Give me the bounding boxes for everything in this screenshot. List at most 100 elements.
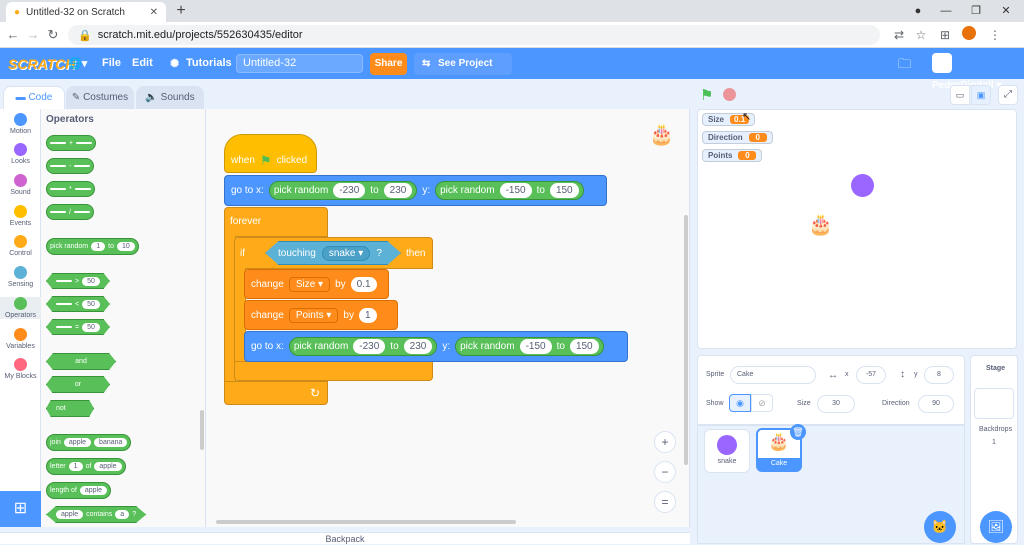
change-points-block[interactable]: change Points ▾ by 1 xyxy=(244,300,398,330)
divide-block[interactable]: / xyxy=(46,204,94,220)
translate-icon[interactable]: ⇄ xyxy=(890,26,908,44)
reload-icon[interactable]: ↻ xyxy=(44,26,62,44)
eq-value[interactable]: 50 xyxy=(82,322,100,332)
maximize-button[interactable]: ❐ xyxy=(962,2,990,20)
variable-dropdown-points[interactable]: Points ▾ xyxy=(288,307,339,323)
x-max-value[interactable]: 230 xyxy=(383,183,413,198)
category-control[interactable]: Control xyxy=(0,235,41,257)
when-flag-clicked-block[interactable]: when ⚑ clicked xyxy=(224,134,317,173)
close-window-button[interactable]: ✕ xyxy=(992,2,1020,20)
change-size-block[interactable]: change Size ▾ by 0.1 xyxy=(244,269,389,299)
language-globe-icon[interactable]: 🌐▾ xyxy=(68,57,87,70)
pick-random-x[interactable]: pick random -230 to 230 xyxy=(288,337,438,356)
fullscreen-button[interactable]: ⤢ xyxy=(998,85,1018,105)
profile-avatar-icon[interactable] xyxy=(960,26,978,44)
greater-than-block[interactable]: >50 xyxy=(46,273,110,289)
workspace-horizontal-scrollbar[interactable] xyxy=(216,520,516,524)
zoom-reset-button[interactable]: = xyxy=(654,491,676,513)
small-stage-button[interactable]: ▭ xyxy=(950,85,970,105)
stage-canvas[interactable] xyxy=(697,109,1017,349)
category-variables[interactable]: Variables xyxy=(0,328,41,350)
letter-s[interactable]: apple xyxy=(94,462,122,471)
subtract-block[interactable]: - xyxy=(46,158,95,174)
y-min-value[interactable]: -150 xyxy=(499,183,532,198)
choose-sprite-cat-icon[interactable]: 🐱 xyxy=(924,511,956,543)
pick-random-block[interactable]: pick random 1 to 10 xyxy=(46,238,139,255)
bookmark-star-icon[interactable]: ☆ xyxy=(912,26,930,44)
category-sound[interactable]: Sound xyxy=(0,174,41,196)
contains-a[interactable]: apple xyxy=(56,510,84,519)
url-field[interactable]: 🔒 scratch.mit.edu/projects/552630435/edi… xyxy=(68,25,880,45)
close-tab-icon[interactable]: ✕ xyxy=(150,7,158,18)
equals-block[interactable]: = 50 xyxy=(46,319,110,335)
join-b[interactable]: banana xyxy=(94,438,128,447)
see-project-page-button[interactable]: ⇆ See Project Page xyxy=(414,53,512,91)
category-my-blocks[interactable]: My Blocks xyxy=(0,358,41,380)
category-motion[interactable]: Motion xyxy=(0,113,41,135)
backpack-bar[interactable]: Backpack xyxy=(0,532,690,544)
new-tab-button[interactable]: + xyxy=(172,2,190,20)
monitor-points[interactable]: Points 0 xyxy=(702,149,763,162)
delete-sprite-trash-icon[interactable]: 🗑 xyxy=(790,424,806,440)
monitor-direction[interactable]: Direction 0 xyxy=(702,131,773,144)
y-min-value[interactable]: -150 xyxy=(519,339,552,354)
project-title-input[interactable]: Untitled-32 xyxy=(236,54,363,73)
go-to-xy-block[interactable]: go to x: pick random -230 to 230 y: pick ra… xyxy=(224,175,607,206)
file-menu[interactable]: File xyxy=(102,57,121,69)
category-looks[interactable]: Looks xyxy=(0,143,41,165)
letter-of-block[interactable]: letter 1 of apple xyxy=(46,458,126,475)
pick-random-to[interactable]: 10 xyxy=(116,242,135,251)
variable-dropdown-size[interactable]: Size ▾ xyxy=(288,276,331,292)
edit-menu[interactable]: Edit xyxy=(132,57,153,69)
sprite-name-input[interactable]: Cake xyxy=(730,366,816,384)
my-stuff-folder-icon[interactable]: 🗀 xyxy=(898,55,911,77)
join-block[interactable]: join apple banana xyxy=(46,434,132,451)
cake-sprite[interactable]: 🎂 xyxy=(808,212,833,237)
tab-sounds[interactable]: 🔈 Sounds xyxy=(136,86,204,109)
touching-block[interactable]: touching snake ▾ ? xyxy=(265,241,401,265)
tab-costumes[interactable]: ✎ Costumes xyxy=(66,86,134,109)
x-max-value[interactable]: 230 xyxy=(403,339,433,354)
and-block[interactable]: and xyxy=(46,353,116,370)
change-size-value[interactable]: 0.1 xyxy=(350,276,377,292)
contains-b[interactable]: a xyxy=(115,510,130,519)
change-points-value[interactable]: 1 xyxy=(358,307,377,323)
category-events[interactable]: Events xyxy=(0,205,41,227)
contains-block[interactable]: apple contains a? xyxy=(46,506,147,523)
large-stage-button[interactable]: ▣ xyxy=(971,85,991,105)
letter-n[interactable]: 1 xyxy=(68,462,83,471)
share-button[interactable]: Share xyxy=(370,53,407,75)
join-a[interactable]: apple xyxy=(63,438,92,447)
workspace-vertical-scrollbar[interactable] xyxy=(684,215,688,465)
x-position-input[interactable]: -57 xyxy=(856,366,886,384)
go-to-xy-block-inner[interactable]: go to x: pick random -230 to 230 y: pick ra… xyxy=(244,331,628,362)
forward-arrow-icon[interactable]: → xyxy=(24,26,42,44)
length-s[interactable]: apple xyxy=(79,486,107,495)
add-extension-button[interactable]: ⊞ xyxy=(0,491,41,527)
zoom-in-button[interactable]: + xyxy=(654,431,676,453)
not-block[interactable]: not xyxy=(46,400,94,417)
y-max-value[interactable]: 150 xyxy=(569,339,599,354)
zoom-out-button[interactable]: − xyxy=(654,461,676,483)
tab-code[interactable]: ▬ Code xyxy=(3,86,65,109)
length-of-block[interactable]: length of apple xyxy=(46,482,111,499)
y-position-input[interactable]: 8 xyxy=(924,366,954,384)
category-sensing[interactable]: Sensing xyxy=(0,266,41,288)
extensions-icon[interactable]: ⊞ xyxy=(936,26,954,44)
pick-random-y[interactable]: pick random -150 to 150 xyxy=(455,337,604,356)
tutorials-menu[interactable]: Tutorials xyxy=(186,57,232,69)
size-input[interactable]: 30 xyxy=(817,395,855,413)
y-max-value[interactable]: 150 xyxy=(549,183,579,198)
stop-button[interactable] xyxy=(723,88,736,101)
green-flag-button[interactable]: ⚑ xyxy=(700,86,713,104)
user-menu[interactable]: PedroDigitall ▾ xyxy=(932,53,1020,91)
lt-value[interactable]: 50 xyxy=(82,299,100,309)
gt-value[interactable]: 50 xyxy=(82,276,100,286)
pick-random-x[interactable]: pick random -230 to 230 xyxy=(268,181,418,200)
direction-input[interactable]: 90 xyxy=(918,395,954,413)
choose-backdrop-icon[interactable]: 🖼 xyxy=(980,511,1012,543)
hide-sprite-eye-icon[interactable]: ⊘ xyxy=(751,394,773,412)
scratch-logo[interactable]: SCRATCH xyxy=(8,56,75,72)
category-operators[interactable]: Operators xyxy=(0,297,41,319)
sprite-tile-snake[interactable]: snake xyxy=(704,429,750,473)
